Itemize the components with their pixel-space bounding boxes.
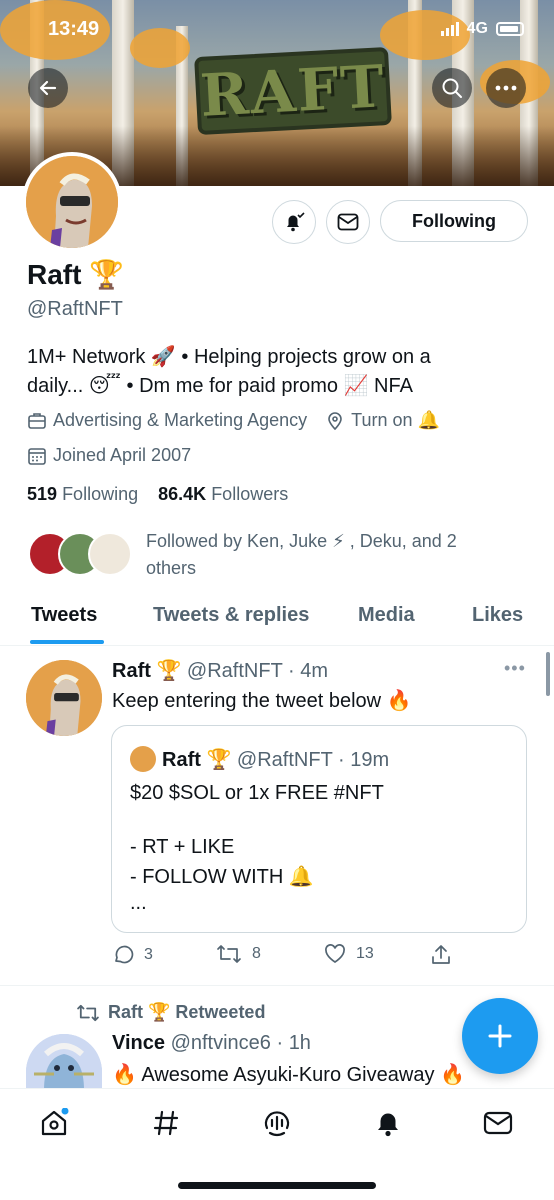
retweet-text: 🔥 Awesome Asyuki-Kuro Giveaway 🔥 [112,1064,465,1086]
retweet-icon [217,945,241,963]
signal-icon [440,22,459,36]
retweet-button[interactable]: 8 [216,944,261,964]
profile-tabs: Tweets Tweets & replies Media Likes [0,596,554,646]
nav-home[interactable] [38,1107,70,1139]
search-button[interactable] [432,68,472,108]
network-label: 4G [466,20,488,37]
location-icon [328,411,342,430]
spaces-icon [264,1111,290,1137]
profile-category[interactable]: Advertising & Marketing Agency [53,410,307,431]
profile-location: Turn on 🔔 [351,410,440,430]
following-count-link[interactable]: 519 Following [27,484,138,504]
quoted-text-line: - FOLLOW WITH 🔔 [130,866,314,888]
follow-counts: 519 Following 86.4K Followers [27,484,288,505]
more-icon [495,85,517,91]
tab-tweets[interactable]: Tweets [31,604,97,627]
back-button[interactable] [28,68,68,108]
share-icon [432,945,450,964]
retweet-handle-time: @nftvince6 · 1h [170,1032,311,1054]
bio-line: 1M+ Network 🚀 • Helping projects grow on… [27,346,431,368]
quoted-header: Raft 🏆 @RaftNFT · 19m [162,749,390,771]
back-arrow-icon [39,80,57,96]
profile-name: Raft 🏆 [27,259,125,290]
retweet-icon [77,1004,99,1021]
nav-messages[interactable] [482,1107,514,1139]
calendar-icon [28,447,46,465]
active-tab-indicator [30,640,104,644]
quoted-text-line: $20 $SOL or 1x FREE #NFT [130,782,384,804]
profile-meta: Advertising & Marketing Agency Turn on 🔔 [27,410,440,431]
battery-icon [496,22,524,36]
tab-likes[interactable]: Likes [472,604,523,627]
search-icon [442,78,462,98]
notifications-icon [378,1113,398,1137]
quoted-text-line: - RT + LIKE [130,836,235,858]
followed-by-text: Followed by Ken, Juke ⚡ , Deku, and 2 ot… [146,531,457,578]
profile-joined-row: Joined April 2007 [27,445,191,466]
followed-by[interactable]: Followed by Ken, Juke ⚡ , Deku, and 2 ot… [28,528,528,580]
followers-count-link[interactable]: 86.4K Followers [158,484,288,504]
like-button[interactable]: 13 [324,944,374,964]
tweet-header: Raft 🏆 @RaftNFT · 4m [112,658,328,683]
tweet-more-button[interactable]: ••• [504,658,526,679]
nav-explore[interactable] [150,1107,182,1139]
compose-tweet-button[interactable] [462,998,538,1074]
tweet-actions: 3 8 13 [112,944,512,970]
nav-notifications[interactable] [372,1107,404,1139]
tweet-text: Keep entering the tweet below 🔥 [112,690,412,712]
status-time: 13:49 [48,18,100,40]
scrollbar[interactable] [546,652,550,696]
compose-icon [488,1024,512,1048]
hashtag-icon [153,1110,179,1136]
profile-bio: 1M+ Network 🚀 • Helping projects grow on… [27,343,527,401]
tweet-avatar[interactable] [26,660,102,736]
bell-check-icon [287,212,305,232]
profile-handle: @RaftNFT [27,298,123,320]
tweet-author-name[interactable]: Raft 🏆 [112,660,181,682]
nav-spaces[interactable] [261,1107,293,1139]
home-indicator[interactable] [178,1182,376,1189]
status-bar: 13:49 4G [0,0,554,60]
share-button[interactable] [430,944,452,966]
bio-line: daily... 😴 • Dm me for paid promo 📈 NFA [27,375,413,397]
quoted-text-line: ... [130,892,147,914]
profile-avatar[interactable] [22,152,122,252]
tab-media[interactable]: Media [358,604,415,627]
banner-logo: RAFT [194,46,392,136]
reply-button[interactable]: 3 [112,944,153,966]
tweet-handle-time: @RaftNFT · 4m [186,660,328,682]
quoted-avatar [130,746,156,772]
messages-icon [483,1111,513,1135]
quoted-tweet[interactable]: Raft 🏆 @RaftNFT · 19m $20 $SOL or 1x FRE… [111,725,527,933]
notifications-toggle-button[interactable] [272,200,316,244]
tab-tweets-replies[interactable]: Tweets & replies [153,604,309,627]
mail-icon [337,213,359,231]
reply-icon [115,945,134,964]
like-icon [325,944,345,963]
retweet-author-name[interactable]: Vince [112,1032,165,1054]
retweeted-label[interactable]: Raft 🏆 Retweeted [76,1002,265,1023]
home-icon [41,1108,69,1136]
retweet-avatar[interactable] [26,1034,102,1090]
message-button[interactable] [326,200,370,244]
profile-joined: Joined April 2007 [53,445,192,465]
more-options-button[interactable] [486,68,526,108]
follower-avatar [88,532,132,576]
retweet-header: Vince @nftvince6 · 1h [112,1032,311,1055]
following-button[interactable]: Following [380,200,528,242]
briefcase-icon [28,412,46,429]
tweet-divider [0,985,554,986]
